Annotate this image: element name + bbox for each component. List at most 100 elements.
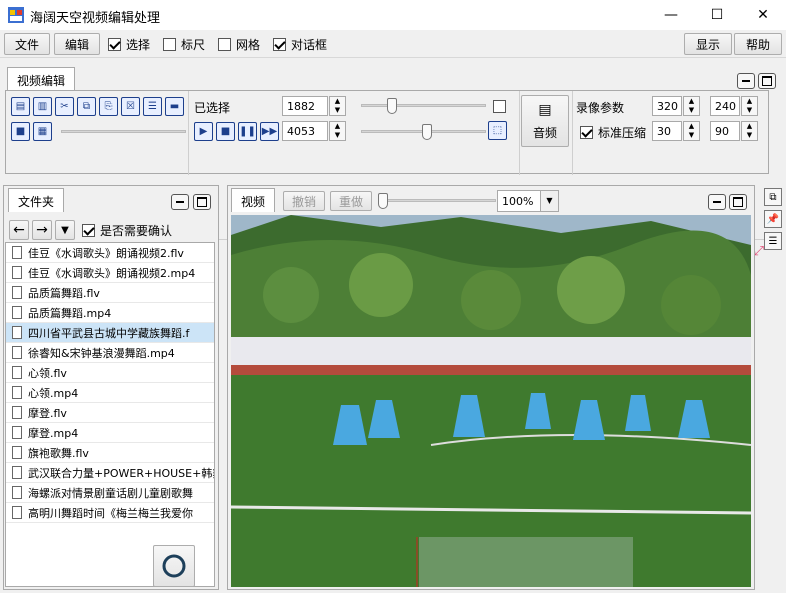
list-item[interactable]: 摩登.mp4 (6, 423, 214, 443)
group-divider (188, 91, 189, 175)
stop-icon[interactable]: ■ (216, 122, 235, 141)
copy-icon[interactable]: ⧉ (77, 97, 96, 116)
grid-checkbox[interactable]: 网格 (218, 36, 260, 53)
selection-end-thumb[interactable] (422, 124, 432, 140)
list-item[interactable]: 武汉联合力量+POWER+HOUSE+韩舞 (6, 463, 214, 483)
file-name: 海螺派对情景剧童话剧儿童剧歌舞 (28, 486, 193, 500)
edit-button[interactable]: 编辑 (54, 33, 100, 55)
fps-stepper[interactable]: ▲ ▼ (741, 121, 758, 141)
select-checkbox[interactable]: 选择 (108, 36, 150, 53)
quality-field[interactable]: 30 (652, 121, 682, 141)
record-circle-button[interactable] (153, 545, 195, 587)
std-compress-checkbox[interactable]: 标准压缩 (580, 124, 646, 141)
selection-end-stepper[interactable]: ▲ ▼ (329, 121, 346, 141)
list-item[interactable]: 旗袍歌舞.flv (6, 443, 214, 463)
open-icon[interactable]: ▤ (11, 97, 30, 116)
video-preview[interactable] (231, 215, 751, 587)
list-item[interactable]: 四川省平武县古城中学藏族舞蹈.f (6, 323, 214, 343)
list-item[interactable]: 摩登.flv (6, 403, 214, 423)
checkbox-box[interactable] (163, 38, 176, 51)
list-item[interactable]: 品质篇舞蹈.mp4 (6, 303, 214, 323)
file-icon (12, 386, 22, 399)
list-icon[interactable]: ☰ (143, 97, 162, 116)
selection-start-thumb[interactable] (387, 98, 397, 114)
selection-start-slider[interactable] (361, 104, 486, 107)
height-stepper[interactable]: ▲ ▼ (741, 96, 758, 116)
checkbox-box[interactable] (218, 38, 231, 51)
confirm-checkbox[interactable]: 是否需要确认 (82, 222, 172, 239)
help-button[interactable]: 帮助 (734, 33, 782, 55)
dock-icon[interactable]: ⧉ (764, 188, 782, 206)
dialog-checkbox[interactable]: 对话框 (273, 36, 327, 53)
close-button[interactable]: ✕ (740, 0, 786, 30)
file-name: 摩登.flv (28, 406, 67, 420)
checkbox-box[interactable] (273, 38, 286, 51)
pause-icon[interactable]: ❚❚ (238, 122, 257, 141)
zoom-slider-thumb[interactable] (378, 193, 388, 209)
selection-end-field[interactable]: 4053 (282, 121, 328, 141)
chevron-down-icon[interactable]: ▼ (55, 220, 75, 240)
pin-icon[interactable]: 📌 (764, 210, 782, 228)
maximize-button[interactable]: ☐ (694, 0, 740, 30)
film-icon[interactable]: ▦ (33, 122, 52, 141)
list-item[interactable]: 佳豆《水调歌头》朗诵视频2.flv (6, 243, 214, 263)
selection-start-field[interactable]: 1882 (282, 96, 328, 116)
tab-folder[interactable]: 文件夹 (8, 188, 65, 212)
panel-maximize-button[interactable] (758, 73, 776, 89)
list-item[interactable]: 佳豆《水调歌头》朗诵视频2.mp4 (6, 263, 214, 283)
list-item[interactable]: 徐睿知&宋钟基浪漫舞蹈.mp4 (6, 343, 214, 363)
paste-icon[interactable]: ⎘ (99, 97, 118, 116)
save-icon[interactable]: ▥ (33, 97, 52, 116)
expand-icon[interactable]: ⤢ (754, 244, 764, 259)
list-item[interactable]: 心领.mp4 (6, 383, 214, 403)
width-field[interactable]: 320 (652, 96, 682, 116)
redo-button[interactable]: 重做 (330, 191, 372, 211)
folder-minimize-button[interactable] (171, 194, 189, 210)
tab-video-edit[interactable]: 视频编辑 (7, 67, 76, 91)
video-edit-panel: ▤ ▥ ✂ ⧉ ⎘ ☒ ☰ ▬ ■ ▦ ✧ 编辑 ⤢ 已选择 1882 ▲▼ 4… (5, 90, 769, 260)
fps-field[interactable]: 90 (710, 121, 740, 141)
audio-button[interactable]: ▤ 音频 (521, 95, 569, 147)
file-icon (12, 246, 22, 259)
video-minimize-button[interactable] (708, 194, 726, 210)
list-item[interactable]: 海螺派对情景剧童话剧儿童剧歌舞 (6, 483, 214, 503)
cut-icon[interactable]: ✂ (55, 97, 74, 116)
group-divider (519, 91, 520, 175)
minimize-button[interactable]: — (648, 0, 694, 30)
camera-icon[interactable]: ■ (11, 122, 30, 141)
checkbox-box[interactable] (82, 224, 95, 237)
list-item[interactable]: 品质篇舞蹈.flv (6, 283, 214, 303)
list-item[interactable]: 高明川舞蹈时间《梅兰梅兰我爱你 (6, 503, 214, 523)
bars-icon[interactable]: ▬ (165, 97, 184, 116)
fast-forward-icon[interactable]: ▶▶ (260, 122, 279, 141)
zoom-slider-track[interactable] (378, 199, 496, 202)
quality-stepper[interactable]: ▲ ▼ (683, 121, 700, 141)
height-field[interactable]: 240 (710, 96, 740, 116)
properties-icon[interactable]: ☰ (764, 232, 782, 250)
tab-video[interactable]: 视频 (231, 188, 276, 212)
undo-button[interactable]: 撤销 (283, 191, 325, 211)
file-icon (12, 486, 22, 499)
video-maximize-button[interactable] (729, 194, 747, 210)
back-icon[interactable]: ← (9, 220, 29, 240)
show-button[interactable]: 显示 (684, 33, 732, 55)
list-item[interactable]: 心领.flv (6, 363, 214, 383)
edit-slider-track[interactable] (61, 130, 186, 133)
width-stepper[interactable]: ▲ ▼ (683, 96, 700, 116)
zoom-select[interactable]: 100% ▼ (497, 190, 559, 212)
delete-icon[interactable]: ☒ (121, 97, 140, 116)
circle-icon (162, 554, 186, 578)
file-button[interactable]: 文件 (4, 33, 50, 55)
record-params-label: 录像参数 (576, 101, 625, 115)
folder-maximize-button[interactable] (193, 194, 211, 210)
selection-checkbox[interactable] (493, 100, 506, 113)
crop-icon[interactable]: ⬚ (488, 121, 507, 140)
panel-minimize-button[interactable] (737, 73, 755, 89)
forward-icon[interactable]: → (32, 220, 52, 240)
selection-start-stepper[interactable]: ▲ ▼ (329, 96, 346, 116)
ruler-checkbox[interactable]: 标尺 (163, 36, 205, 53)
play-icon[interactable]: ▶ (194, 122, 213, 141)
checkbox-box[interactable] (108, 38, 121, 51)
checkbox-box[interactable] (580, 126, 593, 139)
chevron-down-icon[interactable]: ▼ (540, 191, 558, 211)
